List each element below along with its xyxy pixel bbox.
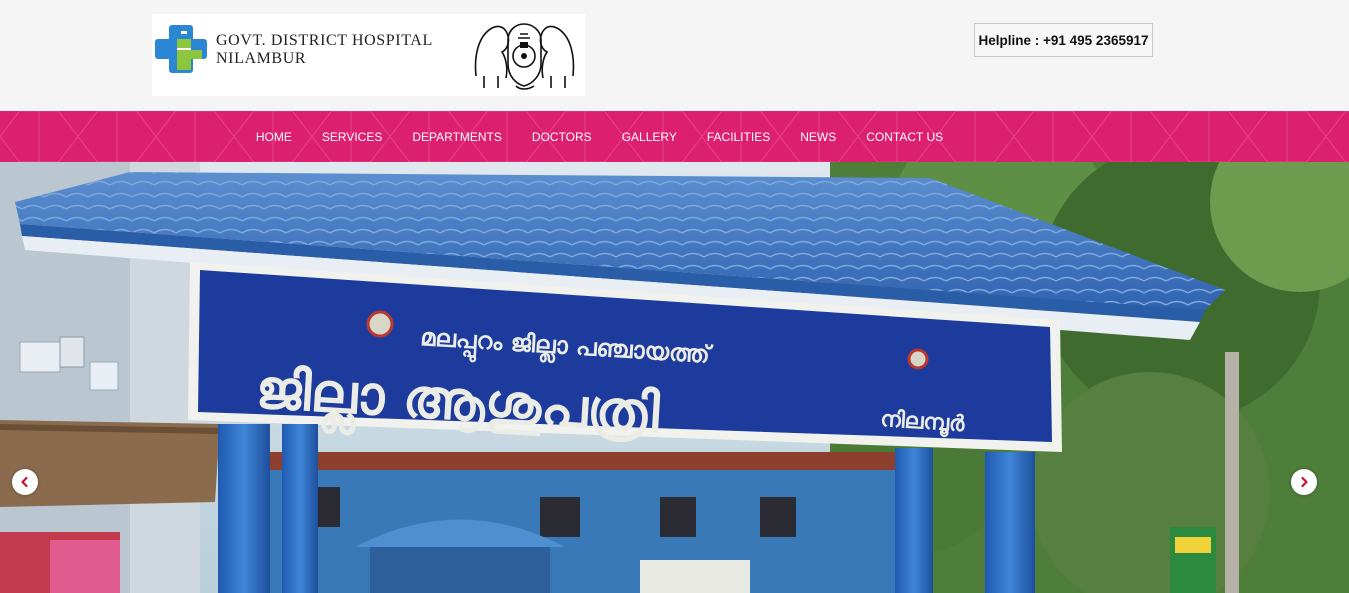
slider-next-button[interactable] (1291, 469, 1317, 495)
nav-news[interactable]: NEWS (785, 130, 851, 144)
kerala-emblem-icon (474, 23, 575, 90)
nav-departments[interactable]: DEPARTMENTS (397, 130, 517, 144)
helpline-text: Helpline : +91 495 2365917 (978, 32, 1149, 48)
helpline-box: Helpline : +91 495 2365917 (974, 23, 1153, 57)
hero-slider: മലപ്പുറം ജില്ലാ പഞ്ചായത്ത് ജില്ലാ ആശുപത്… (0, 162, 1349, 593)
logo-line-2: NILAMBUR (216, 50, 307, 67)
nav-home[interactable]: HOME (241, 130, 307, 144)
logo-line-1: GOVT. DISTRICT HOSPITAL (216, 32, 433, 49)
hospital-entrance-photo: മലപ്പുറം ജില്ലാ പഞ്ചായത്ത് ജില്ലാ ആശുപത്… (0, 162, 1349, 593)
nav-doctors[interactable]: DOCTORS (517, 130, 607, 144)
logo-title: GOVT. DISTRICT HOSPITAL NILAMBUR (216, 32, 433, 68)
chevron-right-icon (1301, 476, 1308, 488)
nav-services[interactable]: SERVICES (307, 130, 397, 144)
site-header: GOVT. DISTRICT HOSPITAL NILAMBUR Helplin… (0, 0, 1349, 111)
main-navigation: HOME SERVICES DEPARTMENTS DOCTORS GALLER… (0, 111, 1349, 162)
nav-contact-us[interactable]: CONTACT US (851, 130, 958, 144)
medical-cross-icon (155, 25, 207, 73)
hospital-logo[interactable]: GOVT. DISTRICT HOSPITAL NILAMBUR (152, 14, 585, 96)
slider-prev-button[interactable] (12, 469, 38, 495)
chevron-left-icon (21, 476, 28, 488)
nav-gallery[interactable]: GALLERY (607, 130, 692, 144)
nav-facilities[interactable]: FACILITIES (692, 130, 785, 144)
